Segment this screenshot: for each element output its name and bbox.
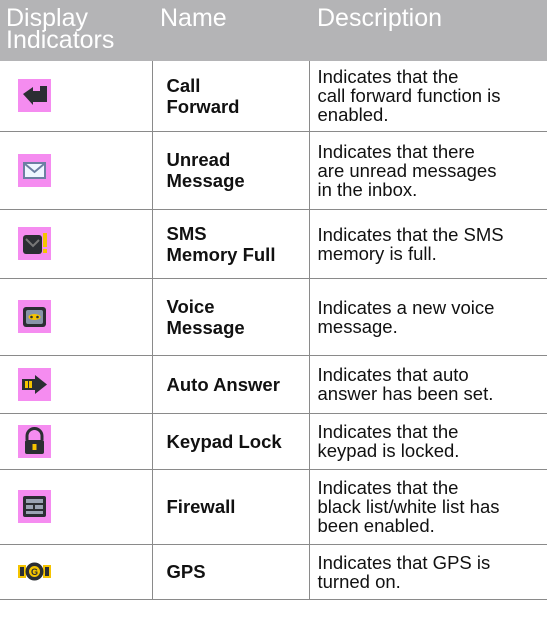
firewall-icon	[18, 490, 51, 523]
description-line: Indicates that the	[317, 421, 459, 442]
description-cell: Indicates that the SMS memory is full.	[308, 209, 547, 279]
description-line: Indicates that auto	[317, 364, 469, 385]
table-row: Keypad Lock Indicates that the keypad is…	[0, 413, 547, 470]
name-line: Unread	[166, 149, 231, 170]
icon-cell	[0, 413, 152, 470]
name-line: Message	[166, 316, 245, 338]
header-display-indicators: Display Indicators	[0, 0, 152, 61]
svg-text:G: G	[31, 567, 38, 577]
name-line: Keypad Lock	[166, 430, 282, 452]
table-row: Firewall Indicates that the black list/w…	[0, 469, 547, 545]
voice-message-icon	[18, 300, 51, 333]
description-line: in the inbox.	[317, 178, 418, 200]
name-cell: Keypad Lock	[151, 413, 309, 470]
description-cell: Indicates that auto answer has been set.	[308, 355, 547, 414]
description-line: black list/white list has	[317, 496, 500, 517]
description-cell: Indicates a new voice message.	[308, 278, 547, 356]
description-line: Indicates that there	[317, 140, 475, 162]
description-cell: Indicates that GPS is turned on.	[308, 544, 547, 600]
name-line: Call	[166, 74, 201, 96]
name-line: GPS	[166, 561, 206, 582]
table-row: SMS Memory Full Indicates that the SMS m…	[0, 209, 547, 279]
description-cell: Indicates that the keypad is locked.	[308, 413, 547, 470]
header-row: Display Indicators Name Description	[0, 0, 547, 61]
auto-answer-icon	[18, 367, 51, 401]
unread-message-icon	[18, 153, 51, 187]
icon-cell	[0, 355, 152, 414]
table-row: Voice Message Indicates a new voice mess…	[0, 278, 547, 356]
icon-cell	[0, 209, 152, 279]
icon-cell	[0, 278, 152, 356]
name-line: Voice	[166, 295, 215, 317]
call-forward-icon	[18, 79, 51, 113]
description-line: enabled.	[317, 104, 389, 126]
keypad-lock-icon	[18, 424, 51, 458]
description-line: been enabled.	[317, 515, 435, 536]
name-line: Forward	[166, 95, 240, 117]
header-display-line2: Indicators	[6, 26, 115, 54]
name-line: SMS	[166, 222, 207, 244]
icon-cell	[0, 469, 152, 545]
description-line: are unread messages	[317, 159, 497, 181]
description-line: Indicates that the	[317, 477, 459, 498]
name-cell: Unread Message	[151, 131, 309, 210]
header-name: Name	[152, 0, 309, 61]
table-row: Call Forward Indicates that the call for…	[0, 61, 547, 132]
name-line: Auto Answer	[166, 373, 280, 395]
name-cell: SMS Memory Full	[151, 209, 309, 279]
description-line: keypad is locked.	[317, 440, 460, 461]
description-line: answer has been set.	[317, 383, 494, 404]
name-line: Message	[166, 170, 245, 191]
description-line: message.	[317, 315, 398, 337]
name-cell: Call Forward	[151, 61, 309, 132]
indicator-table: Display Indicators Name Description Call…	[0, 0, 547, 600]
sms-memory-full-icon	[18, 227, 51, 260]
table-row: Unread Message Indicates that there are …	[0, 131, 547, 210]
description-cell: Indicates that the black list/white list…	[308, 469, 547, 545]
gps-icon: G	[18, 555, 51, 588]
name-cell: GPS	[151, 544, 309, 600]
description-line: call forward function is	[317, 85, 501, 107]
icon-cell	[0, 131, 152, 210]
name-line: Memory Full	[166, 243, 276, 265]
description-cell: Indicates that the call forward function…	[308, 61, 547, 132]
description-line: Indicates a new voice	[317, 296, 495, 318]
table-row: Auto Answer Indicates that auto answer h…	[0, 355, 547, 414]
table-row: G GPS Indicates that GPS is turned on.	[0, 544, 547, 600]
name-line: Firewall	[166, 496, 236, 517]
name-cell: Firewall	[151, 469, 309, 545]
name-cell: Auto Answer	[151, 355, 309, 414]
icon-cell	[0, 61, 152, 132]
description-line: turned on.	[317, 570, 401, 592]
description-line: Indicates that the	[317, 66, 459, 88]
description-line: Indicates that the SMS	[317, 223, 504, 245]
header-description: Description	[309, 0, 547, 61]
description-line: memory is full.	[317, 242, 437, 264]
description-cell: Indicates that there are unread messages…	[308, 131, 547, 210]
description-line: Indicates that GPS is	[317, 551, 491, 573]
icon-cell: G	[0, 544, 152, 600]
name-cell: Voice Message	[151, 278, 309, 356]
